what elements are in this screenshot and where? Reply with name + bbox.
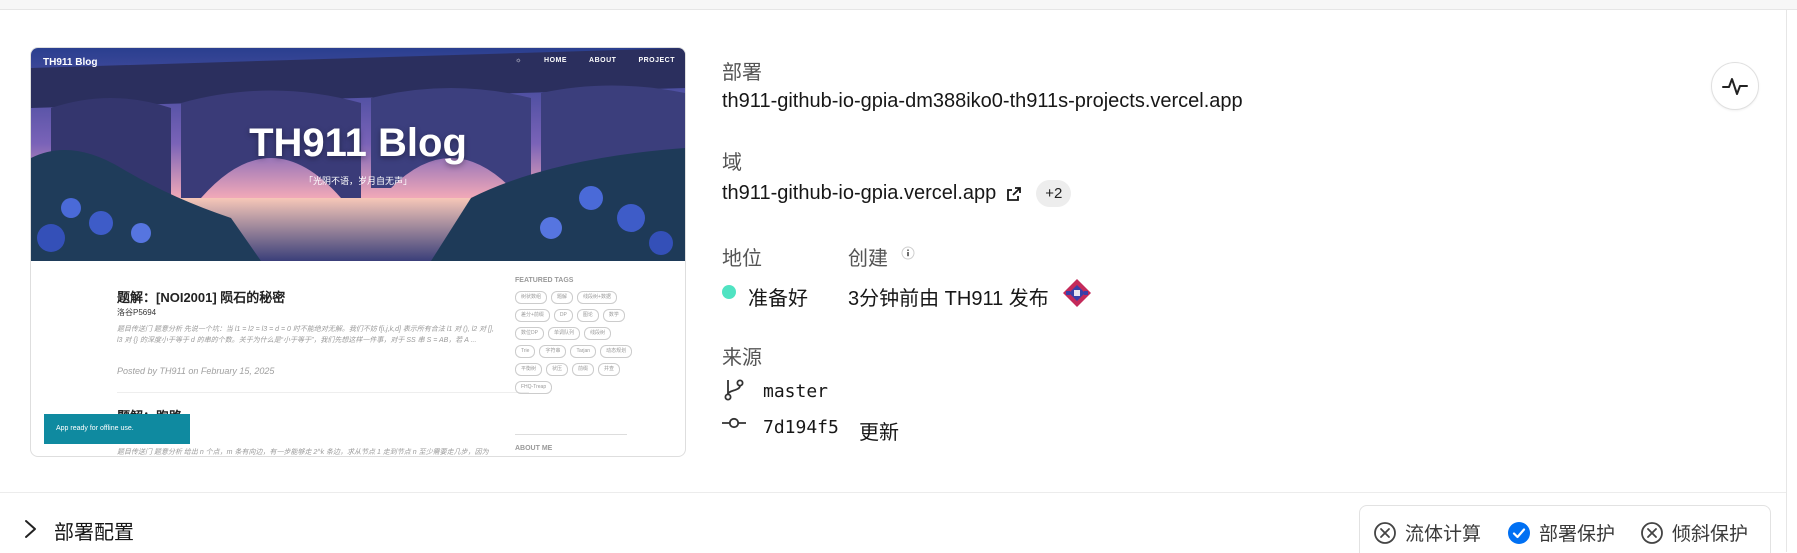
protection-label: 部署保护 [1539,524,1616,545]
preview-tag: Tarjan [570,345,597,358]
preview-tag: 线段树 [583,327,611,340]
author-avatar[interactable] [1061,277,1093,309]
preview-tag: 树状数组 [515,291,548,304]
preview-post-meta: Posted by TH911 on February 15, 2025 [117,366,275,376]
preview-hero: TH911 Blog ☼ HOME ABOUT PROJECT TH911 Bl… [31,48,685,261]
deployment-config-toggle[interactable]: 部署配置 [54,516,134,545]
status-label: 地位 [722,248,762,270]
preview-post2-excerpt: 题目传送门 题意分析 给出 n 个点，m 条有向边，有一步能够走 2^k 条边，… [117,449,489,456]
source-label: 来源 [722,347,762,369]
deployment-url[interactable]: th911-github-io-gpia-dm388iko0-th911s-pr… [722,90,1243,113]
status-value: 准备好 [748,288,808,310]
top-strip [0,0,1797,10]
created-value: 3分钟前由 TH911 发布 [848,288,1049,310]
preview-featured-tags-heading: FEATURED TAGS [515,277,574,284]
preview-post-excerpt: 题目传送门 题意分析 先说一个坑：当 l1 = l2 = l3 = d = 0 … [117,326,494,344]
created-label: 创建 [848,248,888,270]
preview-tag-list: 树状数组 题解 线段树+数据 差分+前缀 DP 图论 数学 数位DP 单调队列 … [515,291,633,394]
preview-tag: 数位DP [515,327,544,340]
preview-tag: 数学 [602,309,625,322]
external-link-icon[interactable] [1006,186,1022,202]
git-commit-icon [722,417,746,429]
primary-domain-link[interactable]: th911-github-io-gpia.vercel.app [722,182,996,205]
preview-tag: 差分+前缀 [515,309,550,322]
activity-icon [1722,78,1748,95]
chevron-right-icon[interactable] [20,518,40,540]
deployment-preview[interactable]: TH911 Blog ☼ HOME ABOUT PROJECT TH911 Bl… [30,47,686,457]
info-icon[interactable] [901,246,915,260]
preview-nav: ☼ HOME ABOUT PROJECT [515,57,675,64]
preview-tag: 平衡树 [515,363,543,376]
preview-nav-home: HOME [544,57,568,64]
card-border [1786,9,1787,552]
status-indicator [722,285,736,299]
preview-nav-about: ABOUT [589,57,617,64]
preview-theme-icon: ☼ [515,57,523,64]
git-branch-icon [724,379,744,401]
preview-divider [117,392,529,393]
preview-site-logo: TH911 Blog [43,57,98,68]
preview-hero-title: TH911 Blog [249,121,467,165]
protection-label: 倾斜保护 [1672,524,1749,545]
commit-message: 更新 [859,422,899,444]
x-circle-icon [1641,521,1663,544]
preview-tag: 动态规划 [600,345,633,358]
preview-tag: DP [553,309,573,322]
section-divider [0,492,1786,493]
preview-tag: 题解 [551,291,574,304]
preview-tag: 前缀 [572,363,595,376]
protection-skew[interactable]: 倾斜保护 [1640,519,1748,546]
preview-tag: FHQ-Treap [515,381,553,394]
x-circle-icon [1374,521,1396,544]
activity-button[interactable] [1711,62,1759,110]
preview-about-heading: ABOUT ME [515,445,553,452]
protection-deployment[interactable]: 部署保护 [1507,519,1615,546]
branch-name[interactable]: master [763,381,828,402]
preview-tag: 并查 [598,363,621,376]
preview-tag: 字符串 [539,345,567,358]
protection-fluid-compute[interactable]: 流体计算 [1373,519,1481,546]
offline-toast: App ready for offline use. [44,414,190,444]
domains-label: 域 [722,152,742,174]
preview-tag: 图论 [576,309,599,322]
commit-hash[interactable]: 7d194f5 [763,417,839,438]
preview-hero-subtitle: 「光阴不语，岁月自无声」 [303,176,412,186]
protection-label: 流体计算 [1405,524,1482,545]
preview-nav-project: PROJECT [638,57,675,64]
domain-row: th911-github-io-gpia.vercel.app +2 [722,180,1072,207]
preview-tag: 单调队列 [547,327,580,340]
preview-post-title: 题解：[NOI2001] 陨石的秘密 [117,290,286,305]
preview-side-divider [515,434,627,435]
deployment-label: 部署 [722,62,762,84]
preview-post-source: 洛谷P5694 [117,308,157,317]
preview-tag: 状压 [546,363,569,376]
preview-tag: Trie [515,345,536,358]
preview-tag: 线段树+数据 [577,291,617,304]
more-domains-badge[interactable]: +2 [1036,180,1072,207]
check-circle-icon [1508,521,1530,544]
